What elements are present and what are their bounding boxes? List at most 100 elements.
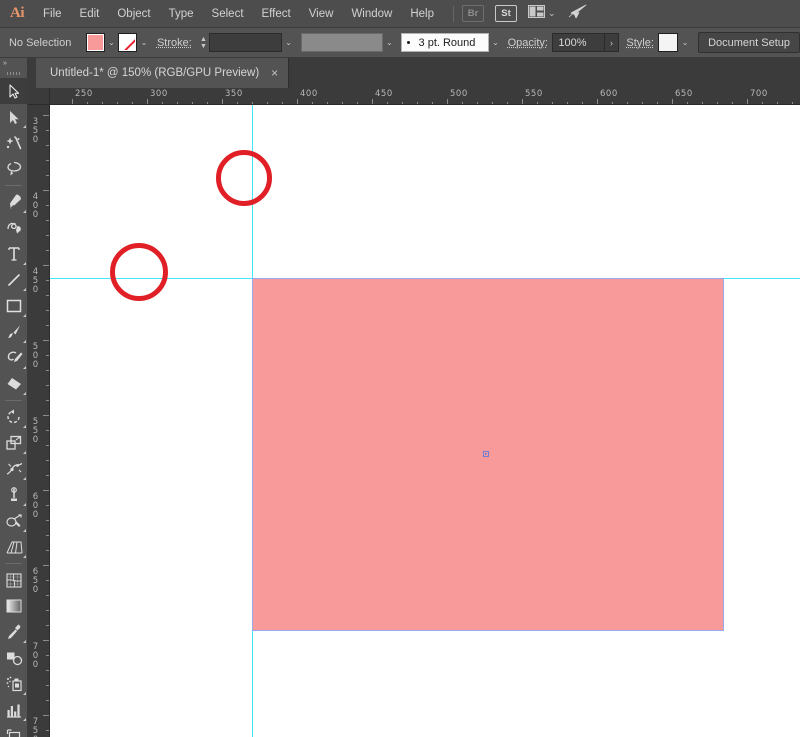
document-tab-title: Untitled-1* @ 150% (RGB/GPU Preview): [50, 67, 260, 79]
menu-select[interactable]: Select: [203, 0, 253, 28]
stroke-profile-dropdown-arrow-icon[interactable]: ⌄: [383, 33, 396, 52]
document-tab[interactable]: Untitled-1* @ 150% (RGB/GPU Preview) ×: [36, 58, 290, 88]
direct-selection-tool[interactable]: [0, 104, 28, 130]
ruler-tick-minor: [46, 535, 49, 536]
style-dropdown-arrow-icon[interactable]: ⌄: [678, 33, 691, 52]
selection-tool[interactable]: [0, 78, 28, 104]
document-setup-button[interactable]: Document Setup: [698, 32, 800, 53]
ruler-tick-minor: [46, 295, 49, 296]
ruler-tick-minor: [46, 205, 49, 206]
brush-definition-value: 3 pt. Round: [418, 36, 476, 49]
menu-type[interactable]: Type: [160, 0, 203, 28]
control-bar: No Selection ⌄ ⌄ Stroke: ▲ ▼ ⌄ ⌄ 3 pt. Ro…: [0, 28, 800, 58]
stroke-color-swatch[interactable]: [118, 33, 138, 52]
gradient-tool[interactable]: [0, 593, 28, 619]
ruler-label: 650: [675, 89, 693, 99]
ruler-tick-minor: [46, 250, 49, 251]
type-tool[interactable]: [0, 241, 28, 267]
perspective-grid-tool[interactable]: [0, 534, 28, 560]
annotation-circle-vertical-guide: [216, 150, 272, 206]
stock-search-icon[interactable]: [568, 4, 587, 24]
scale-tool[interactable]: [0, 430, 28, 456]
symbol-sprayer-tool[interactable]: [0, 671, 28, 697]
arrange-chevron-down-icon[interactable]: ⌄: [548, 8, 556, 19]
ruler-label: 500: [32, 342, 39, 370]
arrange-documents-icon[interactable]: [528, 4, 545, 23]
fill-color-swatch[interactable]: [85, 33, 105, 52]
bridge-icon[interactable]: Br: [462, 5, 484, 22]
ruler-tick-minor: [46, 235, 49, 236]
ruler-tick-major: [43, 715, 49, 716]
menu-file[interactable]: File: [34, 0, 71, 28]
stroke-weight-dropdown-arrow-icon[interactable]: ⌄: [282, 33, 295, 52]
fill-dropdown-arrow-icon[interactable]: ⌄: [105, 33, 118, 52]
blend-tool[interactable]: [0, 645, 28, 671]
menu-effect[interactable]: Effect: [253, 0, 300, 28]
ruler-label: 550: [525, 89, 543, 99]
eraser-tool[interactable]: [0, 371, 28, 397]
ruler-tick-major: [43, 265, 49, 266]
menu-object[interactable]: Object: [108, 0, 159, 28]
vertical-ruler[interactable]: 350 400 450 500 550 600 650 700 750: [28, 105, 50, 737]
stroke-weight-input[interactable]: [208, 33, 282, 52]
paintbrush-tool[interactable]: [0, 319, 28, 345]
artboard-tool[interactable]: [0, 723, 28, 737]
opacity-expand-icon[interactable]: ›: [604, 33, 620, 52]
opacity-input[interactable]: 100%: [552, 33, 605, 52]
illustrator-window: Ai File Edit Object Type Select Effect V…: [0, 0, 800, 737]
ruler-tick-minor: [46, 610, 49, 611]
close-icon[interactable]: ×: [271, 66, 278, 80]
ruler-label: 250: [75, 89, 93, 99]
pen-tool[interactable]: [0, 189, 28, 215]
ruler-label: 450: [32, 267, 39, 295]
ruler-tick-minor: [46, 730, 49, 731]
menu-help[interactable]: Help: [401, 0, 443, 28]
horizontal-ruler[interactable]: 250 300 350 400 450 500 550 600 650 700: [50, 88, 800, 105]
ruler-label: 400: [32, 192, 39, 220]
free-transform-tool[interactable]: [0, 482, 28, 508]
line-segment-tool[interactable]: [0, 267, 28, 293]
magic-wand-tool[interactable]: [0, 130, 28, 156]
stroke-dropdown-arrow-icon[interactable]: ⌄: [137, 33, 150, 52]
ruler-tick-minor: [46, 220, 49, 221]
rectangle-tool[interactable]: [0, 293, 28, 319]
shape-center-point: [483, 451, 489, 457]
artboard-canvas[interactable]: [50, 105, 800, 737]
ruler-tick-minor: [46, 625, 49, 626]
tools-panel: »: [0, 58, 28, 737]
curvature-tool[interactable]: [0, 215, 28, 241]
ruler-label: 550: [32, 417, 39, 445]
ruler-tick-major: [43, 565, 49, 566]
menu-window[interactable]: Window: [342, 0, 401, 28]
shape-builder-tool[interactable]: [0, 508, 28, 534]
tools-panel-expand-icon[interactable]: »: [0, 58, 27, 69]
menu-bar: Ai File Edit Object Type Select Effect V…: [0, 0, 800, 28]
menu-edit[interactable]: Edit: [71, 0, 109, 28]
pencil-tool[interactable]: [0, 345, 28, 371]
ruler-label: 700: [750, 89, 768, 99]
tools-panel-drag-handle[interactable]: [0, 69, 27, 78]
stock-icon[interactable]: St: [495, 5, 517, 22]
eyedropper-tool[interactable]: [0, 619, 28, 645]
stroke-profile-input[interactable]: [300, 33, 383, 52]
rotate-tool[interactable]: [0, 404, 28, 430]
ruler-tick-minor: [46, 670, 49, 671]
stroke-weight-label[interactable]: Stroke:: [157, 37, 192, 49]
stroke-weight-stepper[interactable]: ▲ ▼: [198, 33, 209, 53]
mesh-tool[interactable]: [0, 567, 28, 593]
brush-dropdown-arrow-icon[interactable]: ⌄: [489, 33, 502, 52]
graphic-style-swatch[interactable]: [658, 33, 679, 52]
width-tool[interactable]: [0, 456, 28, 482]
ruler-tick-minor: [46, 385, 49, 386]
ruler-tick-minor: [46, 325, 49, 326]
ruler-tick-minor: [46, 145, 49, 146]
ruler-tick-minor: [46, 700, 49, 701]
menu-view[interactable]: View: [300, 0, 343, 28]
lasso-tool[interactable]: [0, 156, 28, 182]
column-graph-tool[interactable]: [0, 697, 28, 723]
opacity-label[interactable]: Opacity:: [508, 37, 548, 49]
ruler-tick-minor: [46, 355, 49, 356]
brush-definition-input[interactable]: 3 pt. Round: [400, 33, 489, 52]
ruler-tick-minor: [46, 370, 49, 371]
ruler-corner[interactable]: [28, 88, 50, 105]
